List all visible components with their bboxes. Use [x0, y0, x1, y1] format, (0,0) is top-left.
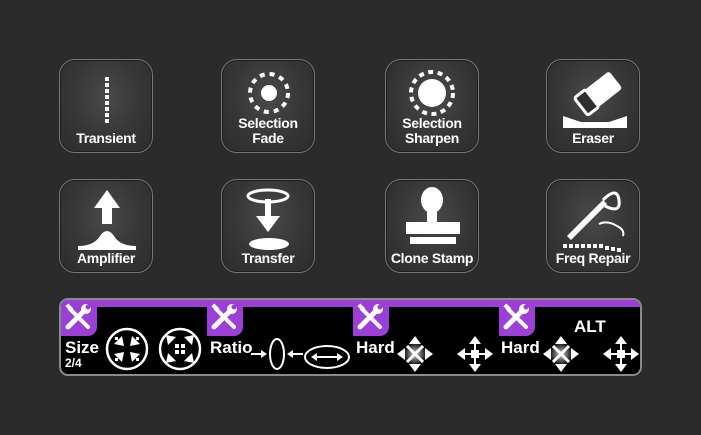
wrench-screwdriver-icon — [357, 303, 383, 330]
wrench-screwdriver-icon — [65, 303, 91, 330]
size-label: Size — [65, 338, 100, 357]
ratio-settings-tab[interactable] — [207, 300, 243, 336]
selection-sharpen-tool-button[interactable]: Selection Sharpen — [385, 59, 479, 153]
tool-label: Selection Sharpen — [402, 115, 462, 146]
hard-settings-tab[interactable] — [353, 300, 389, 336]
wrench-screwdriver-icon — [211, 303, 237, 330]
eraser-tool-button[interactable]: Eraser — [546, 59, 640, 153]
hard-alt-settings-tab[interactable] — [499, 300, 535, 336]
parameter-strip: Size 2/4 Ratio Hard Hard ALT — [59, 298, 642, 376]
size-value: 2/4 — [65, 356, 82, 370]
ratio-narrow-icon[interactable] — [251, 338, 303, 372]
soft-move-icon[interactable] — [455, 334, 495, 374]
hard-alt-label: Hard — [501, 338, 540, 357]
shrink-arrows-icon[interactable] — [105, 327, 149, 371]
transfer-tool-button[interactable]: Transfer — [221, 179, 315, 273]
tool-label: Transfer — [241, 250, 295, 266]
hard-move-alt-icon[interactable] — [541, 334, 581, 374]
ratio-label: Ratio — [210, 338, 253, 357]
hard-move-icon[interactable] — [395, 334, 435, 374]
tool-label: Freq Repair — [555, 250, 631, 266]
tool-label: Amplifier — [77, 250, 135, 266]
ratio-wide-icon[interactable] — [303, 344, 351, 370]
soft-move-alt-icon[interactable] — [601, 334, 641, 374]
expand-arrows-icon[interactable] — [158, 327, 202, 371]
hard-label: Hard — [356, 338, 395, 357]
amplifier-tool-button[interactable]: Amplifier — [59, 179, 153, 273]
clone-stamp-tool-button[interactable]: Clone Stamp — [385, 179, 479, 273]
freq-repair-tool-button[interactable]: Freq Repair — [546, 179, 640, 273]
wrench-screwdriver-icon — [503, 303, 529, 330]
transient-tool-button[interactable]: Transient — [59, 59, 153, 153]
tool-label: Clone Stamp — [390, 250, 474, 266]
tool-label: Eraser — [572, 130, 614, 146]
tool-label: Transient — [76, 130, 136, 146]
selection-fade-tool-button[interactable]: Selection Fade — [221, 59, 315, 153]
tool-label: Selection Fade — [238, 115, 298, 146]
strip-accent-bar — [61, 300, 640, 307]
size-settings-tab[interactable] — [61, 300, 97, 336]
